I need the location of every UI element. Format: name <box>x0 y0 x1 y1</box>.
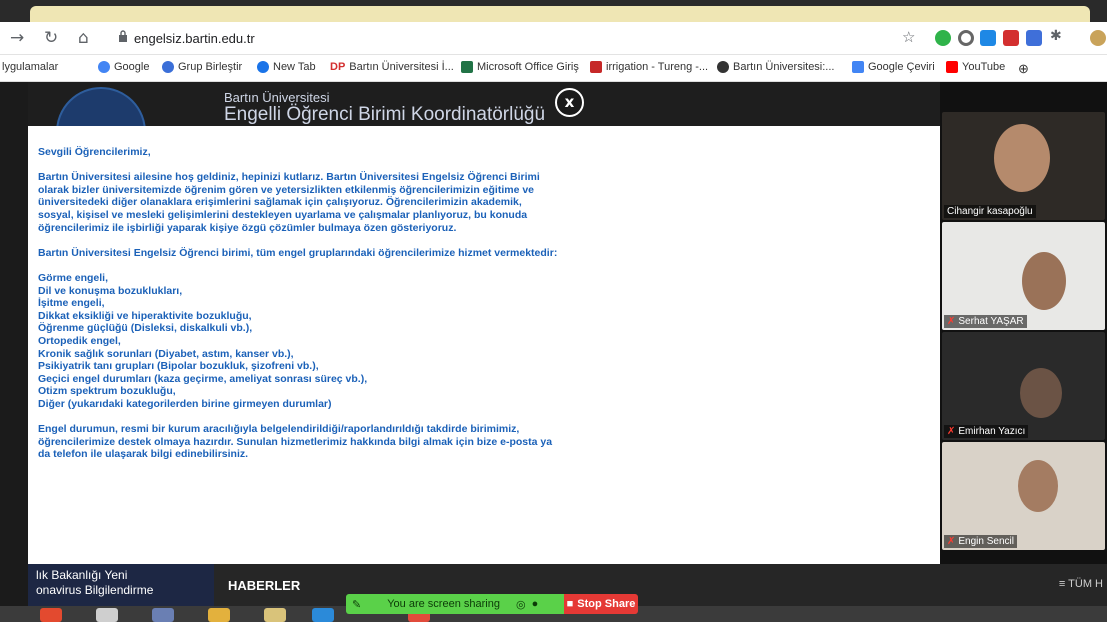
translate-icon <box>852 61 864 73</box>
all-news-link[interactable]: ≡ TÜM H <box>1059 578 1103 590</box>
taskbar-app-icon[interactable] <box>96 608 118 622</box>
participant-panel: Cihangir kasapoğlu ✗ Serhat YAŞAR ✗ Emirha… <box>940 82 1107 564</box>
bookmark-bartin-2[interactable]: Bartın Üniversitesi:... <box>717 61 834 73</box>
office-icon <box>461 61 473 73</box>
bartin-icon <box>717 61 729 73</box>
taskbar-app-icon[interactable] <box>152 608 174 622</box>
bookmark-bartin-1[interactable]: DP Bartın Üniversitesi İ... <box>330 61 454 73</box>
list-item: Görme engeli, <box>38 271 109 284</box>
close-modal-button[interactable]: x <box>555 88 584 117</box>
new-tab-icon <box>257 61 269 73</box>
disability-list: Görme engeli, Dil ve konuşma bozukluklar… <box>38 272 558 411</box>
news-announcement[interactable]: lık Bakanlığı Yeni onavirus Bilgilendirm… <box>28 564 214 606</box>
google-icon <box>98 61 110 73</box>
unit-name: Engelli Öğrenci Birimi Koordinatörlüğü <box>224 104 546 125</box>
paragraph-contact: Engel durumun, resmi bir kurum aracılığı… <box>38 423 553 461</box>
participant-video <box>1020 368 1062 418</box>
bookmarks-bar: lygulamalar Google Grup Birleştir New Ta… <box>0 55 1107 82</box>
address-bar-row: → ↻ ⌂ engelsiz.bartin.edu.tr ☆ ✱ <box>0 22 1107 55</box>
dp-icon: DP <box>330 61 346 73</box>
sharing-status[interactable]: ✎ You are screen sharing ◎ ● <box>346 594 564 614</box>
participant-name: ✗ Emirhan Yazıcı <box>944 425 1029 438</box>
taskbar-app-icon[interactable] <box>264 608 286 622</box>
pause-icon[interactable]: ◎ <box>516 598 526 611</box>
extension-green-icon[interactable] <box>935 30 951 46</box>
mic-muted-icon: ✗ <box>947 316 956 327</box>
extension-blue-icon[interactable] <box>980 30 996 46</box>
participant-video <box>994 124 1050 192</box>
list-item: Dil ve konuşma bozuklukları, <box>38 284 183 297</box>
pin-icon: ✎ <box>352 598 362 611</box>
forward-arrow-icon[interactable]: → <box>10 28 24 48</box>
bookmark-new-tab[interactable]: New Tab <box>257 61 316 73</box>
bookmark-apps[interactable]: lygulamalar <box>2 61 58 73</box>
list-item: Geçici engel durumları (kaza geçirme, am… <box>38 372 368 385</box>
list-item: Dikkat eksikliği ve hiperaktivite bozukl… <box>38 309 252 322</box>
profile-avatar[interactable] <box>1090 30 1106 46</box>
taskbar-app-icon[interactable] <box>40 608 62 622</box>
modal-text: Sevgili Öğrencilerimiz, Bartın Üniversit… <box>38 146 558 473</box>
bookmark-translate[interactable]: Google Çeviri <box>852 61 935 73</box>
stop-share-button[interactable]: ■ Stop Share <box>564 594 638 614</box>
bookmark-tureng[interactable]: irrigation - Tureng -... <box>590 61 708 73</box>
star-icon[interactable]: ☆ <box>902 28 915 46</box>
participant-video <box>1022 252 1066 310</box>
announcement-line: lık Bakanlığı Yeni <box>36 568 128 582</box>
puzzle-icon[interactable]: ✱ <box>1050 28 1062 44</box>
university-logo <box>56 87 146 126</box>
mic-muted-icon: ✗ <box>947 426 956 437</box>
page-gutter <box>0 82 28 564</box>
sharing-status-text: You are screen sharing <box>387 598 500 610</box>
participant-tile[interactable]: Cihangir kasapoğlu <box>942 112 1105 220</box>
extension-circle-icon[interactable] <box>958 30 974 46</box>
participant-name: ✗ Engin Sencil <box>944 535 1017 548</box>
url-text[interactable]: engelsiz.bartin.edu.tr <box>134 31 255 46</box>
screen-share-bar: ✎ You are screen sharing ◎ ● ■ Stop Shar… <box>346 594 638 614</box>
site-header: Bartın Üniversitesi Engelli Öğrenci Biri… <box>28 82 940 126</box>
browser-tab-strip <box>0 0 1107 22</box>
list-item: Kronik sağlık sorunları (Diyabet, astım,… <box>38 347 294 360</box>
bookmark-google[interactable]: Google <box>98 61 149 73</box>
participant-tile[interactable]: ✗ Engin Sencil <box>942 442 1105 550</box>
youtube-icon <box>946 61 958 73</box>
reload-icon[interactable]: ↻ <box>44 28 58 48</box>
home-icon[interactable]: ⌂ <box>78 28 89 48</box>
announcement-line: onavirus Bilgilendirme <box>36 583 154 597</box>
extension-red-icon[interactable] <box>1003 30 1019 46</box>
stop-share-label: Stop Share <box>577 598 636 610</box>
participant-video <box>1018 460 1058 512</box>
list-item: Öğrenme güçlüğü (Disleksi, diskalkuli vb… <box>38 322 253 335</box>
participant-name: Cihangir kasapoğlu <box>944 205 1036 218</box>
university-name: Bartın Üniversitesi <box>224 90 330 105</box>
news-heading: HABERLER <box>228 578 301 593</box>
participant-tile[interactable]: ✗ Serhat YAŞAR <box>942 222 1105 330</box>
shield-icon: ● <box>531 598 539 610</box>
screen: → ↻ ⌂ engelsiz.bartin.edu.tr ☆ ✱ lygulam… <box>0 0 1107 622</box>
participant-name: ✗ Serhat YAŞAR <box>944 315 1027 328</box>
extension-translate-icon[interactable] <box>1026 30 1042 46</box>
bookmark-office[interactable]: Microsoft Office Giriş <box>461 61 579 73</box>
list-item: Diğer (yukarıdaki kategorilerden birine … <box>38 397 332 410</box>
bookmark-youtube[interactable]: YouTube <box>946 61 1005 73</box>
list-item: İşitme engeli, <box>38 297 105 310</box>
grup-icon <box>162 61 174 73</box>
participant-tile[interactable]: ✗ Emirhan Yazıcı <box>942 332 1105 440</box>
welcome-modal: Sevgili Öğrencilerimiz, Bartın Üniversit… <box>28 126 940 564</box>
globe-icon[interactable]: ⊕ <box>1018 61 1029 77</box>
browser-tab[interactable] <box>30 6 1090 22</box>
list-item: Ortopedik engel, <box>38 334 121 347</box>
paragraph-intro: Bartın Üniversitesi ailesine hoş geldini… <box>38 171 540 234</box>
list-item: Psikiyatrik tanı grupları (Bipolar bozuk… <box>38 360 319 373</box>
greeting: Sevgili Öğrencilerimiz, <box>38 146 151 158</box>
taskbar-app-icon[interactable] <box>312 608 334 622</box>
taskbar-app-icon[interactable] <box>208 608 230 622</box>
paragraph-groups: Bartın Üniversitesi Engelsiz Öğrenci bir… <box>38 246 558 259</box>
list-item: Otizm spektrum bozukluğu, <box>38 385 176 398</box>
lock-icon <box>119 30 127 42</box>
mic-muted-icon: ✗ <box>947 536 956 547</box>
bookmark-grup-birlestir[interactable]: Grup Birleştir <box>162 61 242 73</box>
stop-icon: ■ <box>566 598 574 610</box>
tureng-icon <box>590 61 602 73</box>
